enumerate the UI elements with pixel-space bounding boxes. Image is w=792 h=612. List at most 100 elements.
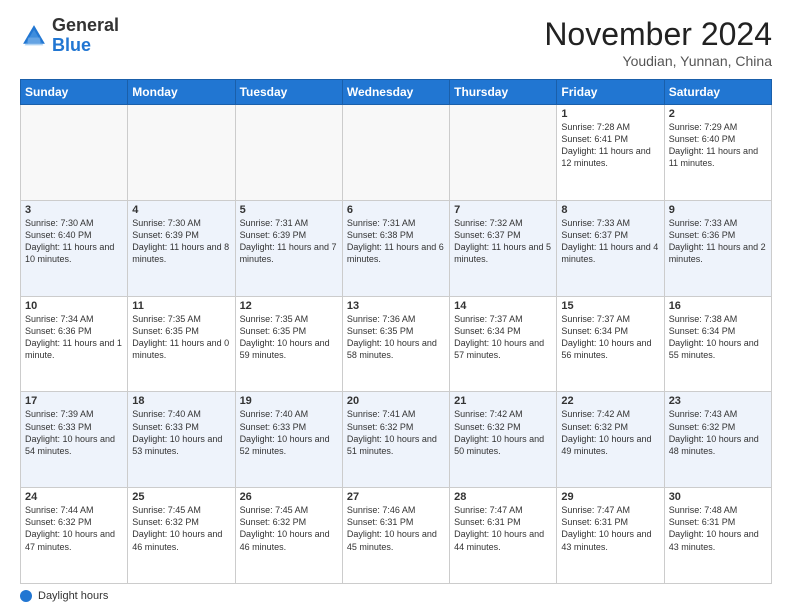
calendar-cell: 28Sunrise: 7:47 AMSunset: 6:31 PMDayligh…	[450, 488, 557, 584]
day-number: 19	[240, 395, 338, 407]
day-number: 20	[347, 395, 445, 407]
day-number: 3	[25, 204, 123, 216]
calendar-cell: 23Sunrise: 7:43 AMSunset: 6:32 PMDayligh…	[664, 392, 771, 488]
location: Youdian, Yunnan, China	[544, 53, 772, 69]
calendar-cell: 17Sunrise: 7:39 AMSunset: 6:33 PMDayligh…	[21, 392, 128, 488]
logo: General Blue	[20, 16, 119, 56]
day-info: Sunrise: 7:32 AMSunset: 6:37 PMDaylight:…	[454, 217, 552, 266]
day-number: 9	[669, 204, 767, 216]
day-number: 14	[454, 300, 552, 312]
calendar-cell	[342, 105, 449, 201]
day-info: Sunrise: 7:42 AMSunset: 6:32 PMDaylight:…	[454, 408, 552, 457]
day-number: 28	[454, 491, 552, 503]
calendar-cell: 5Sunrise: 7:31 AMSunset: 6:39 PMDaylight…	[235, 200, 342, 296]
footer-label: Daylight hours	[38, 590, 108, 602]
calendar-cell: 3Sunrise: 7:30 AMSunset: 6:40 PMDaylight…	[21, 200, 128, 296]
day-info: Sunrise: 7:48 AMSunset: 6:31 PMDaylight:…	[669, 504, 767, 553]
calendar-cell: 8Sunrise: 7:33 AMSunset: 6:37 PMDaylight…	[557, 200, 664, 296]
calendar-cell: 14Sunrise: 7:37 AMSunset: 6:34 PMDayligh…	[450, 296, 557, 392]
footer-dot	[20, 590, 32, 602]
calendar-cell: 24Sunrise: 7:44 AMSunset: 6:32 PMDayligh…	[21, 488, 128, 584]
weekday-header: Tuesday	[235, 80, 342, 105]
day-info: Sunrise: 7:35 AMSunset: 6:35 PMDaylight:…	[132, 313, 230, 362]
day-number: 24	[25, 491, 123, 503]
day-info: Sunrise: 7:34 AMSunset: 6:36 PMDaylight:…	[25, 313, 123, 362]
day-info: Sunrise: 7:41 AMSunset: 6:32 PMDaylight:…	[347, 408, 445, 457]
calendar-cell: 10Sunrise: 7:34 AMSunset: 6:36 PMDayligh…	[21, 296, 128, 392]
calendar-cell: 21Sunrise: 7:42 AMSunset: 6:32 PMDayligh…	[450, 392, 557, 488]
calendar-cell: 29Sunrise: 7:47 AMSunset: 6:31 PMDayligh…	[557, 488, 664, 584]
day-number: 2	[669, 108, 767, 120]
day-info: Sunrise: 7:37 AMSunset: 6:34 PMDaylight:…	[454, 313, 552, 362]
day-info: Sunrise: 7:39 AMSunset: 6:33 PMDaylight:…	[25, 408, 123, 457]
day-info: Sunrise: 7:45 AMSunset: 6:32 PMDaylight:…	[132, 504, 230, 553]
day-number: 17	[25, 395, 123, 407]
day-info: Sunrise: 7:45 AMSunset: 6:32 PMDaylight:…	[240, 504, 338, 553]
day-info: Sunrise: 7:33 AMSunset: 6:36 PMDaylight:…	[669, 217, 767, 266]
day-number: 8	[561, 204, 659, 216]
day-number: 13	[347, 300, 445, 312]
day-number: 4	[132, 204, 230, 216]
weekday-header: Saturday	[664, 80, 771, 105]
calendar-cell: 11Sunrise: 7:35 AMSunset: 6:35 PMDayligh…	[128, 296, 235, 392]
day-info: Sunrise: 7:42 AMSunset: 6:32 PMDaylight:…	[561, 408, 659, 457]
day-info: Sunrise: 7:31 AMSunset: 6:39 PMDaylight:…	[240, 217, 338, 266]
title-block: November 2024 Youdian, Yunnan, China	[544, 16, 772, 69]
weekday-header: Monday	[128, 80, 235, 105]
header: General Blue November 2024 Youdian, Yunn…	[20, 16, 772, 69]
day-info: Sunrise: 7:30 AMSunset: 6:40 PMDaylight:…	[25, 217, 123, 266]
weekday-header: Friday	[557, 80, 664, 105]
page: General Blue November 2024 Youdian, Yunn…	[0, 0, 792, 612]
calendar-cell: 27Sunrise: 7:46 AMSunset: 6:31 PMDayligh…	[342, 488, 449, 584]
day-info: Sunrise: 7:46 AMSunset: 6:31 PMDaylight:…	[347, 504, 445, 553]
day-number: 25	[132, 491, 230, 503]
day-info: Sunrise: 7:47 AMSunset: 6:31 PMDaylight:…	[454, 504, 552, 553]
day-info: Sunrise: 7:28 AMSunset: 6:41 PMDaylight:…	[561, 121, 659, 170]
day-info: Sunrise: 7:33 AMSunset: 6:37 PMDaylight:…	[561, 217, 659, 266]
calendar-cell: 15Sunrise: 7:37 AMSunset: 6:34 PMDayligh…	[557, 296, 664, 392]
calendar-cell: 20Sunrise: 7:41 AMSunset: 6:32 PMDayligh…	[342, 392, 449, 488]
day-info: Sunrise: 7:44 AMSunset: 6:32 PMDaylight:…	[25, 504, 123, 553]
day-number: 22	[561, 395, 659, 407]
calendar-cell: 9Sunrise: 7:33 AMSunset: 6:36 PMDaylight…	[664, 200, 771, 296]
weekday-header: Wednesday	[342, 80, 449, 105]
calendar-cell: 19Sunrise: 7:40 AMSunset: 6:33 PMDayligh…	[235, 392, 342, 488]
calendar-cell: 30Sunrise: 7:48 AMSunset: 6:31 PMDayligh…	[664, 488, 771, 584]
calendar-cell: 6Sunrise: 7:31 AMSunset: 6:38 PMDaylight…	[342, 200, 449, 296]
day-info: Sunrise: 7:37 AMSunset: 6:34 PMDaylight:…	[561, 313, 659, 362]
calendar: SundayMondayTuesdayWednesdayThursdayFrid…	[20, 79, 772, 584]
day-info: Sunrise: 7:38 AMSunset: 6:34 PMDaylight:…	[669, 313, 767, 362]
calendar-cell: 7Sunrise: 7:32 AMSunset: 6:37 PMDaylight…	[450, 200, 557, 296]
day-number: 27	[347, 491, 445, 503]
weekday-header: Sunday	[21, 80, 128, 105]
calendar-cell: 25Sunrise: 7:45 AMSunset: 6:32 PMDayligh…	[128, 488, 235, 584]
calendar-cell: 16Sunrise: 7:38 AMSunset: 6:34 PMDayligh…	[664, 296, 771, 392]
day-info: Sunrise: 7:30 AMSunset: 6:39 PMDaylight:…	[132, 217, 230, 266]
day-number: 1	[561, 108, 659, 120]
day-number: 5	[240, 204, 338, 216]
day-info: Sunrise: 7:29 AMSunset: 6:40 PMDaylight:…	[669, 121, 767, 170]
day-info: Sunrise: 7:43 AMSunset: 6:32 PMDaylight:…	[669, 408, 767, 457]
calendar-cell	[235, 105, 342, 201]
day-number: 18	[132, 395, 230, 407]
logo-icon	[20, 22, 48, 50]
day-number: 11	[132, 300, 230, 312]
month-title: November 2024	[544, 16, 772, 53]
day-number: 23	[669, 395, 767, 407]
day-number: 29	[561, 491, 659, 503]
day-info: Sunrise: 7:40 AMSunset: 6:33 PMDaylight:…	[240, 408, 338, 457]
calendar-cell: 22Sunrise: 7:42 AMSunset: 6:32 PMDayligh…	[557, 392, 664, 488]
calendar-cell: 26Sunrise: 7:45 AMSunset: 6:32 PMDayligh…	[235, 488, 342, 584]
day-info: Sunrise: 7:35 AMSunset: 6:35 PMDaylight:…	[240, 313, 338, 362]
calendar-cell: 12Sunrise: 7:35 AMSunset: 6:35 PMDayligh…	[235, 296, 342, 392]
calendar-cell: 1Sunrise: 7:28 AMSunset: 6:41 PMDaylight…	[557, 105, 664, 201]
calendar-cell: 13Sunrise: 7:36 AMSunset: 6:35 PMDayligh…	[342, 296, 449, 392]
day-number: 7	[454, 204, 552, 216]
calendar-cell	[450, 105, 557, 201]
day-number: 12	[240, 300, 338, 312]
weekday-header: Thursday	[450, 80, 557, 105]
day-number: 6	[347, 204, 445, 216]
calendar-cell: 18Sunrise: 7:40 AMSunset: 6:33 PMDayligh…	[128, 392, 235, 488]
day-info: Sunrise: 7:31 AMSunset: 6:38 PMDaylight:…	[347, 217, 445, 266]
day-number: 16	[669, 300, 767, 312]
